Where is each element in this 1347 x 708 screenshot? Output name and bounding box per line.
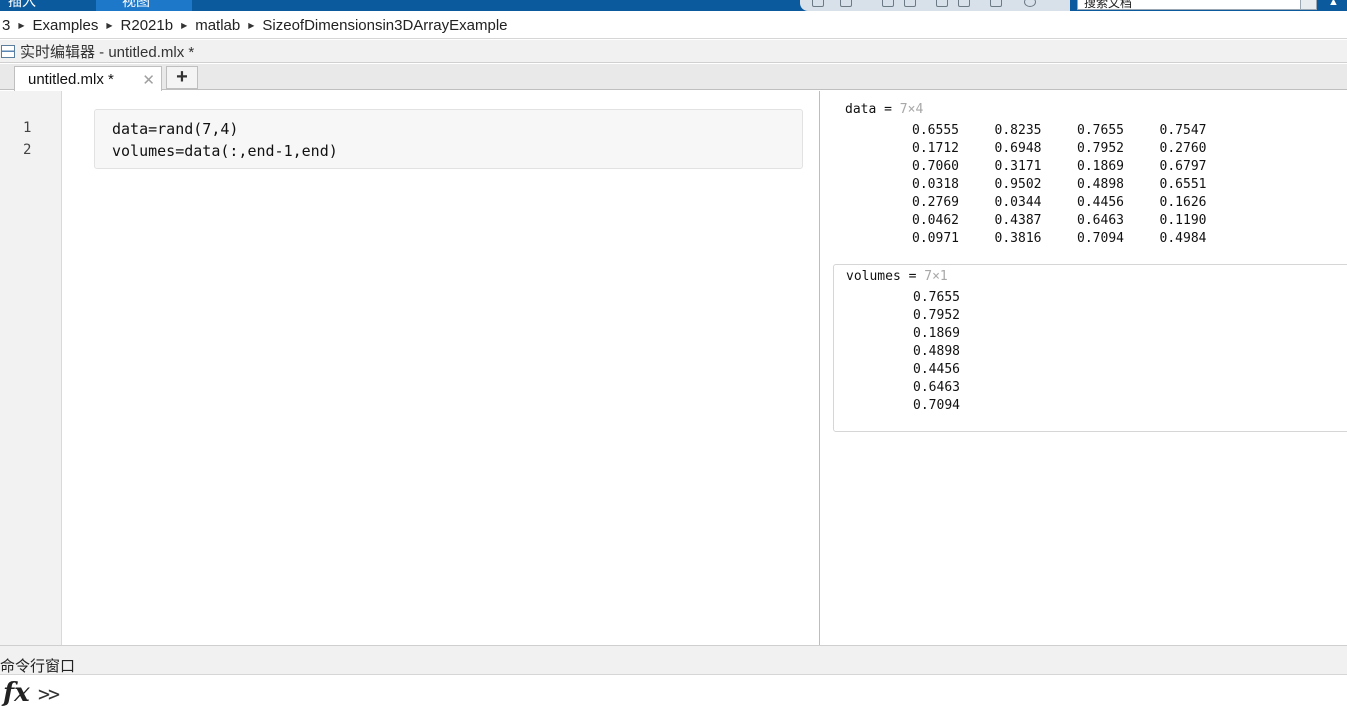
matrix-cell: 0.3171 [994,159,1042,174]
matrix-cell: 0.0318 [912,177,959,192]
output-pane: data = 7×4 0.6555 0.8235 0.7655 0.7547 0.171… [820,91,1347,645]
matrix-cell: 0.6463 [1077,213,1124,228]
document-tab-strip: untitled.mlx * ✕ + [0,64,1347,91]
matrix-cell: 0.7094 [913,398,960,413]
search-documentation-input[interactable]: 搜索文档 [1077,0,1317,10]
matrix-cell: 0.4898 [1077,177,1124,192]
breadcrumb: 3 ▶ Examples ▶ R2021b ▶ matlab ▶ SizeofD… [0,12,1347,39]
matrix-cell: 0.4984 [1159,231,1207,246]
code-line[interactable]: volumes=data(:,end-1,end) [112,142,338,160]
ribbon-tab-view[interactable]: 视图 [122,0,150,9]
matrix-cell: 0.6948 [994,141,1042,156]
matrix-cell: 0.0344 [994,195,1042,210]
matrix-cell: 0.1626 [1159,195,1207,210]
matrix-cell: 0.4898 [913,344,960,359]
matrix-cell: 0.1869 [913,326,960,341]
matrix-cell: 0.7655 [913,290,960,305]
matrix-cell: 0.7952 [913,308,960,323]
variable-name: volumes [846,269,901,284]
code-editor[interactable]: data=rand(7,4) volumes=data(:,end-1,end) [63,91,819,645]
chevron-right-icon: ▶ [181,20,188,30]
matrix-cell: 0.4456 [1077,195,1124,210]
matrix-cell: 0.9502 [994,177,1042,192]
matrix-cell: 0.0462 [912,213,959,228]
chevron-right-icon: ▶ [18,20,25,30]
quick-access-toolbar [800,0,1070,11]
variable-dims: 7×1 [924,269,948,284]
layout-icon[interactable] [812,0,824,7]
command-prompt[interactable]: >> [38,682,60,706]
matrix-cell: 0.6463 [913,380,960,395]
function-browser-icon[interactable]: fx [3,678,30,708]
editor-title: 实时编辑器 - untitled.mlx * [20,43,195,61]
help-icon[interactable] [1024,0,1036,7]
matrix-cell: 0.8235 [994,123,1042,138]
matrix-cell: 0.1712 [912,141,959,156]
equals-sign: = [876,102,900,117]
variable-header: volumes = 7×1 [846,269,948,284]
matrix-cell: 0.7094 [1077,231,1124,246]
breadcrumb-item[interactable]: SizeofDimensionsin3DArrayExample [256,17,513,34]
matrix-cell: 0.1190 [1159,213,1207,228]
live-editor-icon [1,44,15,58]
matrix-cell: 0.4456 [913,362,960,377]
cut-icon[interactable] [882,0,894,7]
matrix-cell: 0.6555 [912,123,959,138]
switch-windows-icon[interactable] [990,0,1002,7]
breadcrumb-item[interactable]: 3 [0,17,16,34]
editor-title-bar: 实时编辑器 - untitled.mlx * [0,40,1347,63]
notification-icon[interactable]: ▲ [1328,0,1342,8]
variable-dims: 7×4 [899,102,924,117]
matrix-cell: 0.6551 [1159,177,1207,192]
breadcrumb-item[interactable]: R2021b [115,17,180,34]
search-dropdown-button[interactable] [1300,0,1317,10]
tab-label: untitled.mlx * [28,70,114,88]
matrix-cell: 0.4387 [994,213,1042,228]
line-number: 1 [23,120,32,136]
matrix-cell: 0.7060 [912,159,959,174]
code-line[interactable]: data=rand(7,4) [112,120,238,138]
close-icon[interactable]: ✕ [142,71,155,89]
matrix-cell: 0.7547 [1159,123,1207,138]
matrix-cell: 0.2760 [1159,141,1207,156]
breadcrumb-item[interactable]: Examples [27,17,105,34]
matrix-cell: 0.1869 [1077,159,1124,174]
matrix-cell: 0.6797 [1159,159,1207,174]
line-number-gutter: 1 2 [0,91,62,645]
output-volumes: volumes = 7×1 0.7655 0.7952 0.1869 0.4898 0.… [833,264,1347,432]
output-data: data = 7×4 0.6555 0.8235 0.7655 0.7547 0.171… [833,95,1347,255]
ribbon-strip: 插入 视图 搜索文档 ▲ [0,0,1347,11]
code-block[interactable]: data=rand(7,4) volumes=data(:,end-1,end) [94,109,803,169]
matrix-cell: 0.3816 [994,231,1042,246]
chevron-right-icon: ▶ [106,20,113,30]
variable-name: data [845,102,877,117]
equals-sign: = [900,269,925,284]
save-icon[interactable] [840,0,852,7]
tab-untitled[interactable]: untitled.mlx * ✕ [14,66,162,91]
matrix-cell: 0.7655 [1077,123,1124,138]
command-window[interactable]: fx >> [0,676,1347,708]
chevron-right-icon: ▶ [248,20,255,30]
matrix-cell: 0.2769 [912,195,959,210]
line-number: 2 [23,142,32,158]
copy-icon[interactable] [904,0,916,7]
new-tab-button[interactable]: + [166,66,198,89]
breadcrumb-item[interactable]: matlab [189,17,246,34]
matrix-cell: 0.7952 [1077,141,1124,156]
redo-icon[interactable] [958,0,970,7]
variable-header: data = 7×4 [845,102,923,117]
matrix-cell: 0.0971 [912,231,959,246]
command-window-title: 命令行窗口 [0,658,76,675]
ribbon-tab-insert[interactable]: 插入 [8,0,36,9]
undo-icon[interactable] [936,0,948,7]
command-window-header: 命令行窗口 [0,645,1347,675]
